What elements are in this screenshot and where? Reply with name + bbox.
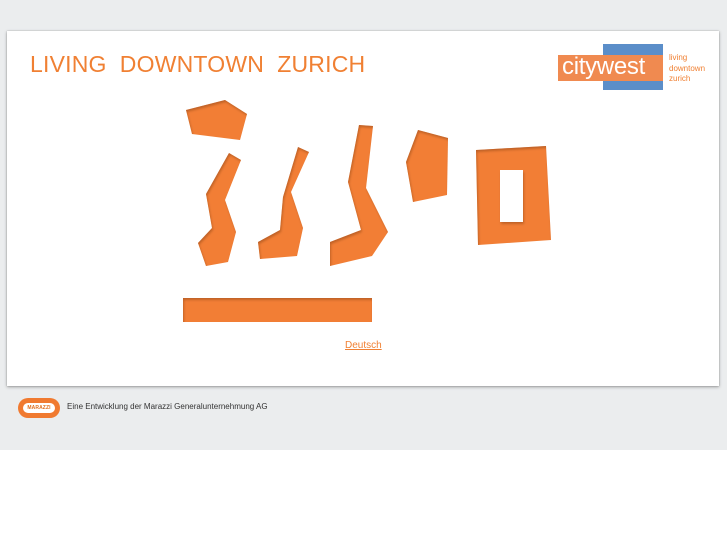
building-shape — [406, 130, 448, 202]
marazzi-logo-text: MARAZZI — [23, 403, 55, 413]
building-shape — [330, 125, 388, 266]
building-shape — [476, 146, 551, 245]
building-shape — [183, 298, 372, 322]
language-link-deutsch[interactable]: Deutsch — [345, 340, 382, 351]
building-shape — [198, 153, 241, 266]
footer-text: Eine Entwicklung der Marazzi Generalunte… — [67, 402, 268, 411]
building-shape — [258, 147, 309, 259]
site-plan-graphic — [183, 100, 551, 322]
building-shape — [186, 100, 247, 140]
marazzi-logo[interactable]: MARAZZI — [18, 398, 60, 418]
main-card: LIVING DOWNTOWN ZURICH citywest living d… — [7, 31, 719, 386]
